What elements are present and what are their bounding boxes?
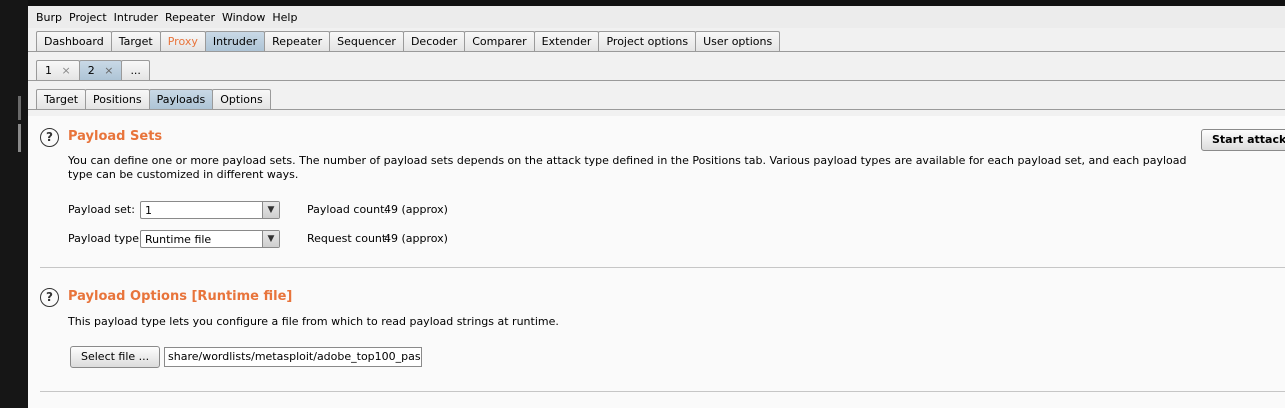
tab-comparer[interactable]: Comparer (464, 31, 535, 51)
payload-count-value: 49 (approx) (384, 203, 448, 216)
payload-options-description: This payload type lets you configure a f… (68, 315, 559, 328)
divider (28, 51, 1285, 52)
request-count-label: Request count: (307, 232, 390, 245)
payloads-panel: ? Payload Sets Start attack You can defi… (28, 116, 1285, 408)
select-file-button[interactable]: Select file ... (70, 346, 161, 368)
tab-user-options[interactable]: User options (695, 31, 781, 51)
payload-type-value: Runtime file (145, 233, 212, 246)
file-path-field[interactable]: share/wordlists/metasploit/adobe_top100_… (164, 347, 422, 367)
payload-set-select[interactable]: 1 ▼ (140, 201, 280, 219)
divider (28, 109, 1285, 110)
close-icon[interactable]: × (62, 64, 71, 77)
tab-payloads[interactable]: Payloads (148, 89, 214, 109)
payload-options-title: Payload Options [Runtime file] (68, 289, 293, 304)
main-tab-bar: Dashboard Target Proxy Intruder Repeater… (36, 31, 781, 51)
more-tabs-button[interactable]: ... (121, 60, 150, 80)
scroll-indicator (18, 96, 21, 120)
attack-tab-label: 2 (87, 64, 95, 77)
menu-help[interactable]: Help (272, 11, 297, 24)
sub-tab-bar: Target Positions Payloads Options (36, 89, 271, 109)
burp-window: Burp Project Intruder Repeater Window He… (28, 6, 1285, 408)
section-divider (40, 391, 1285, 392)
tab-intruder[interactable]: Intruder (204, 31, 266, 51)
close-icon[interactable]: × (104, 64, 113, 77)
tab-positions[interactable]: Positions (85, 89, 150, 109)
tab-sequencer[interactable]: Sequencer (329, 31, 404, 51)
payload-count-label: Payload count: (307, 203, 389, 216)
tab-target-config[interactable]: Target (36, 89, 87, 109)
menu-window[interactable]: Window (222, 11, 265, 24)
menu-project[interactable]: Project (69, 11, 107, 24)
chevron-down-icon: ▼ (262, 231, 279, 247)
chevron-down-icon: ▼ (262, 202, 279, 218)
payload-type-select[interactable]: Runtime file ▼ (140, 230, 280, 248)
tab-repeater[interactable]: Repeater (264, 31, 331, 51)
help-icon[interactable]: ? (40, 128, 59, 147)
menu-burp[interactable]: Burp (36, 11, 62, 24)
tab-target[interactable]: Target (110, 31, 161, 51)
payload-sets-description: You can define one or more payload sets.… (68, 154, 1187, 181)
help-icon[interactable]: ? (40, 288, 59, 307)
menu-repeater[interactable]: Repeater (165, 11, 215, 24)
tab-extender[interactable]: Extender (533, 31, 600, 51)
request-count-value: 49 (approx) (384, 232, 448, 245)
left-edge-strip (0, 0, 28, 408)
payload-set-value: 1 (145, 204, 152, 217)
payload-sets-title: Payload Sets (68, 129, 163, 144)
payload-set-label: Payload set: (68, 203, 135, 216)
tab-decoder[interactable]: Decoder (402, 31, 466, 51)
tab-options[interactable]: Options (212, 89, 271, 109)
section-divider (40, 267, 1285, 268)
scroll-indicator (18, 124, 21, 152)
start-attack-button[interactable]: Start attack (1201, 129, 1285, 151)
divider (28, 80, 1285, 81)
payload-type-label: Payload type: (68, 232, 143, 245)
menu-bar: Burp Project Intruder Repeater Window He… (28, 6, 1285, 28)
tab-proxy[interactable]: Proxy (159, 31, 206, 51)
menu-intruder[interactable]: Intruder (114, 11, 158, 24)
attack-tab-2[interactable]: 2 × (78, 60, 123, 80)
tab-dashboard[interactable]: Dashboard (36, 31, 112, 51)
attack-tab-bar: 1 × 2 × ... (36, 60, 150, 80)
attack-tab-1[interactable]: 1 × (36, 60, 80, 80)
attack-tab-label: 1 (45, 64, 52, 77)
tab-project-options[interactable]: Project options (598, 31, 697, 51)
